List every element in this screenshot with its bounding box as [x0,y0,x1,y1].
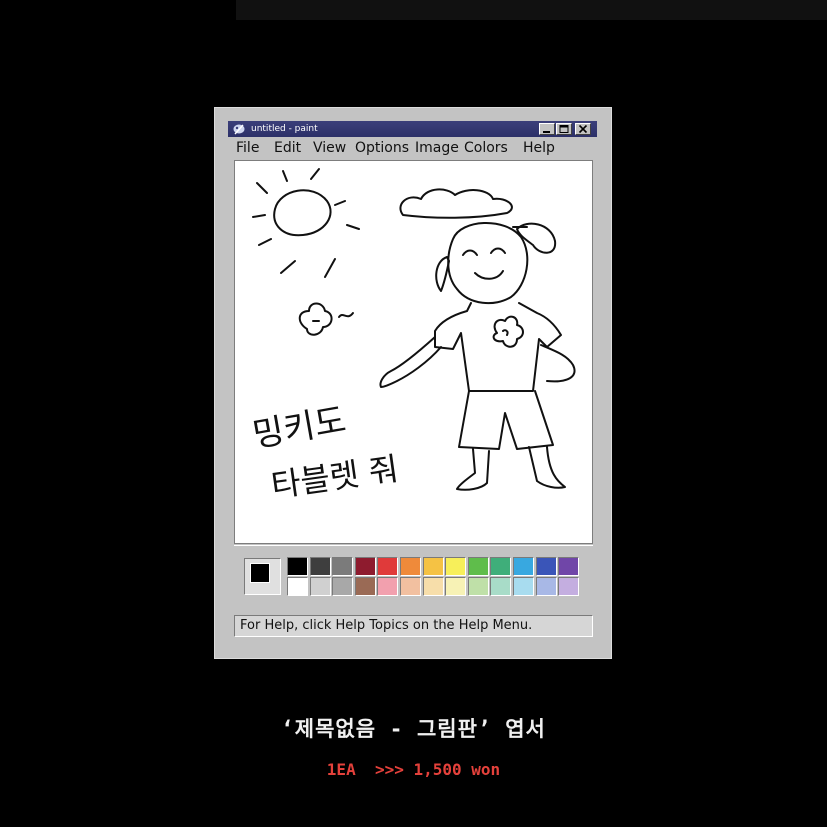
menu-image[interactable]: Image [415,139,459,157]
color-swatch[interactable] [332,577,354,596]
foreground-color [250,563,270,583]
menu-options[interactable]: Options [355,139,409,157]
girl-arm-left [379,336,442,388]
girl-head [447,222,529,305]
child-drawing: 밍키도 타블렛 줘 [250,168,576,505]
color-swatch[interactable] [558,557,580,576]
sun-rays [252,168,360,278]
color-swatch[interactable] [309,577,331,596]
hair-bows [435,222,557,292]
color-swatch[interactable] [377,557,399,576]
paint-window: untitled - paint File Edit View Options … [214,107,612,659]
color-swatch[interactable] [309,557,331,576]
small-flower-drawing [298,302,354,336]
color-swatch[interactable] [535,577,557,596]
sun-drawing [273,189,332,237]
color-swatch[interactable] [377,577,399,596]
color-swatch[interactable] [422,577,444,596]
shirt-flower [492,315,524,348]
girl-face [462,247,506,280]
product-title: ‘제목없음 - 그림판’ 엽서 [281,717,546,741]
color-swatch[interactable] [354,577,376,596]
color-swatch[interactable] [513,557,534,576]
color-swatch[interactable] [513,577,534,596]
drawing-canvas[interactable]: 밍키도 타블렛 줘 [234,160,593,544]
product-price: 1EA >>> 1,500 won [326,760,501,779]
minimize-button[interactable] [539,123,555,135]
color-swatch[interactable] [445,577,467,596]
window-title: untitled - paint [251,124,318,134]
current-colors[interactable] [244,558,281,595]
handwriting-line1: 밍키도 [250,400,349,456]
color-swatch[interactable] [558,577,580,596]
close-button[interactable] [575,123,591,135]
color-swatch[interactable] [490,557,512,576]
girl-shorts [458,390,554,450]
color-swatch[interactable] [535,557,557,576]
color-swatch[interactable] [490,577,512,596]
color-swatch[interactable] [422,557,444,576]
menu-file[interactable]: File [236,139,259,157]
color-swatch[interactable] [467,557,489,576]
color-palette [234,545,593,613]
minimize-icon [543,131,550,133]
color-swatch[interactable] [354,557,376,576]
color-swatch[interactable] [400,557,421,576]
menu-help[interactable]: Help [523,139,555,157]
close-icon [578,124,588,134]
color-swatch[interactable] [287,577,308,596]
maximize-button[interactable] [556,123,572,135]
color-swatch[interactable] [332,557,354,576]
menu-colors[interactable]: Colors [464,139,508,157]
menu-bar: File Edit View Options Image Colors Help [234,138,594,158]
paint-app-icon [233,124,245,135]
color-swatch[interactable] [467,577,489,596]
girl-arm-right [540,344,576,383]
menu-edit[interactable]: Edit [274,139,301,157]
cloud-drawing [399,188,513,219]
status-bar: For Help, click Help Topics on the Help … [234,615,593,637]
girl-legs [456,446,566,491]
menu-view[interactable]: View [313,139,346,157]
maximize-icon [559,125,569,133]
color-swatch[interactable] [287,557,308,576]
handwriting-line2: 타블렛 줘 [269,449,401,504]
girl-body [434,302,562,392]
top-dark-strip [236,0,827,20]
color-swatch[interactable] [400,577,421,596]
title-bar[interactable]: untitled - paint [228,121,597,137]
color-swatch[interactable] [445,557,467,576]
